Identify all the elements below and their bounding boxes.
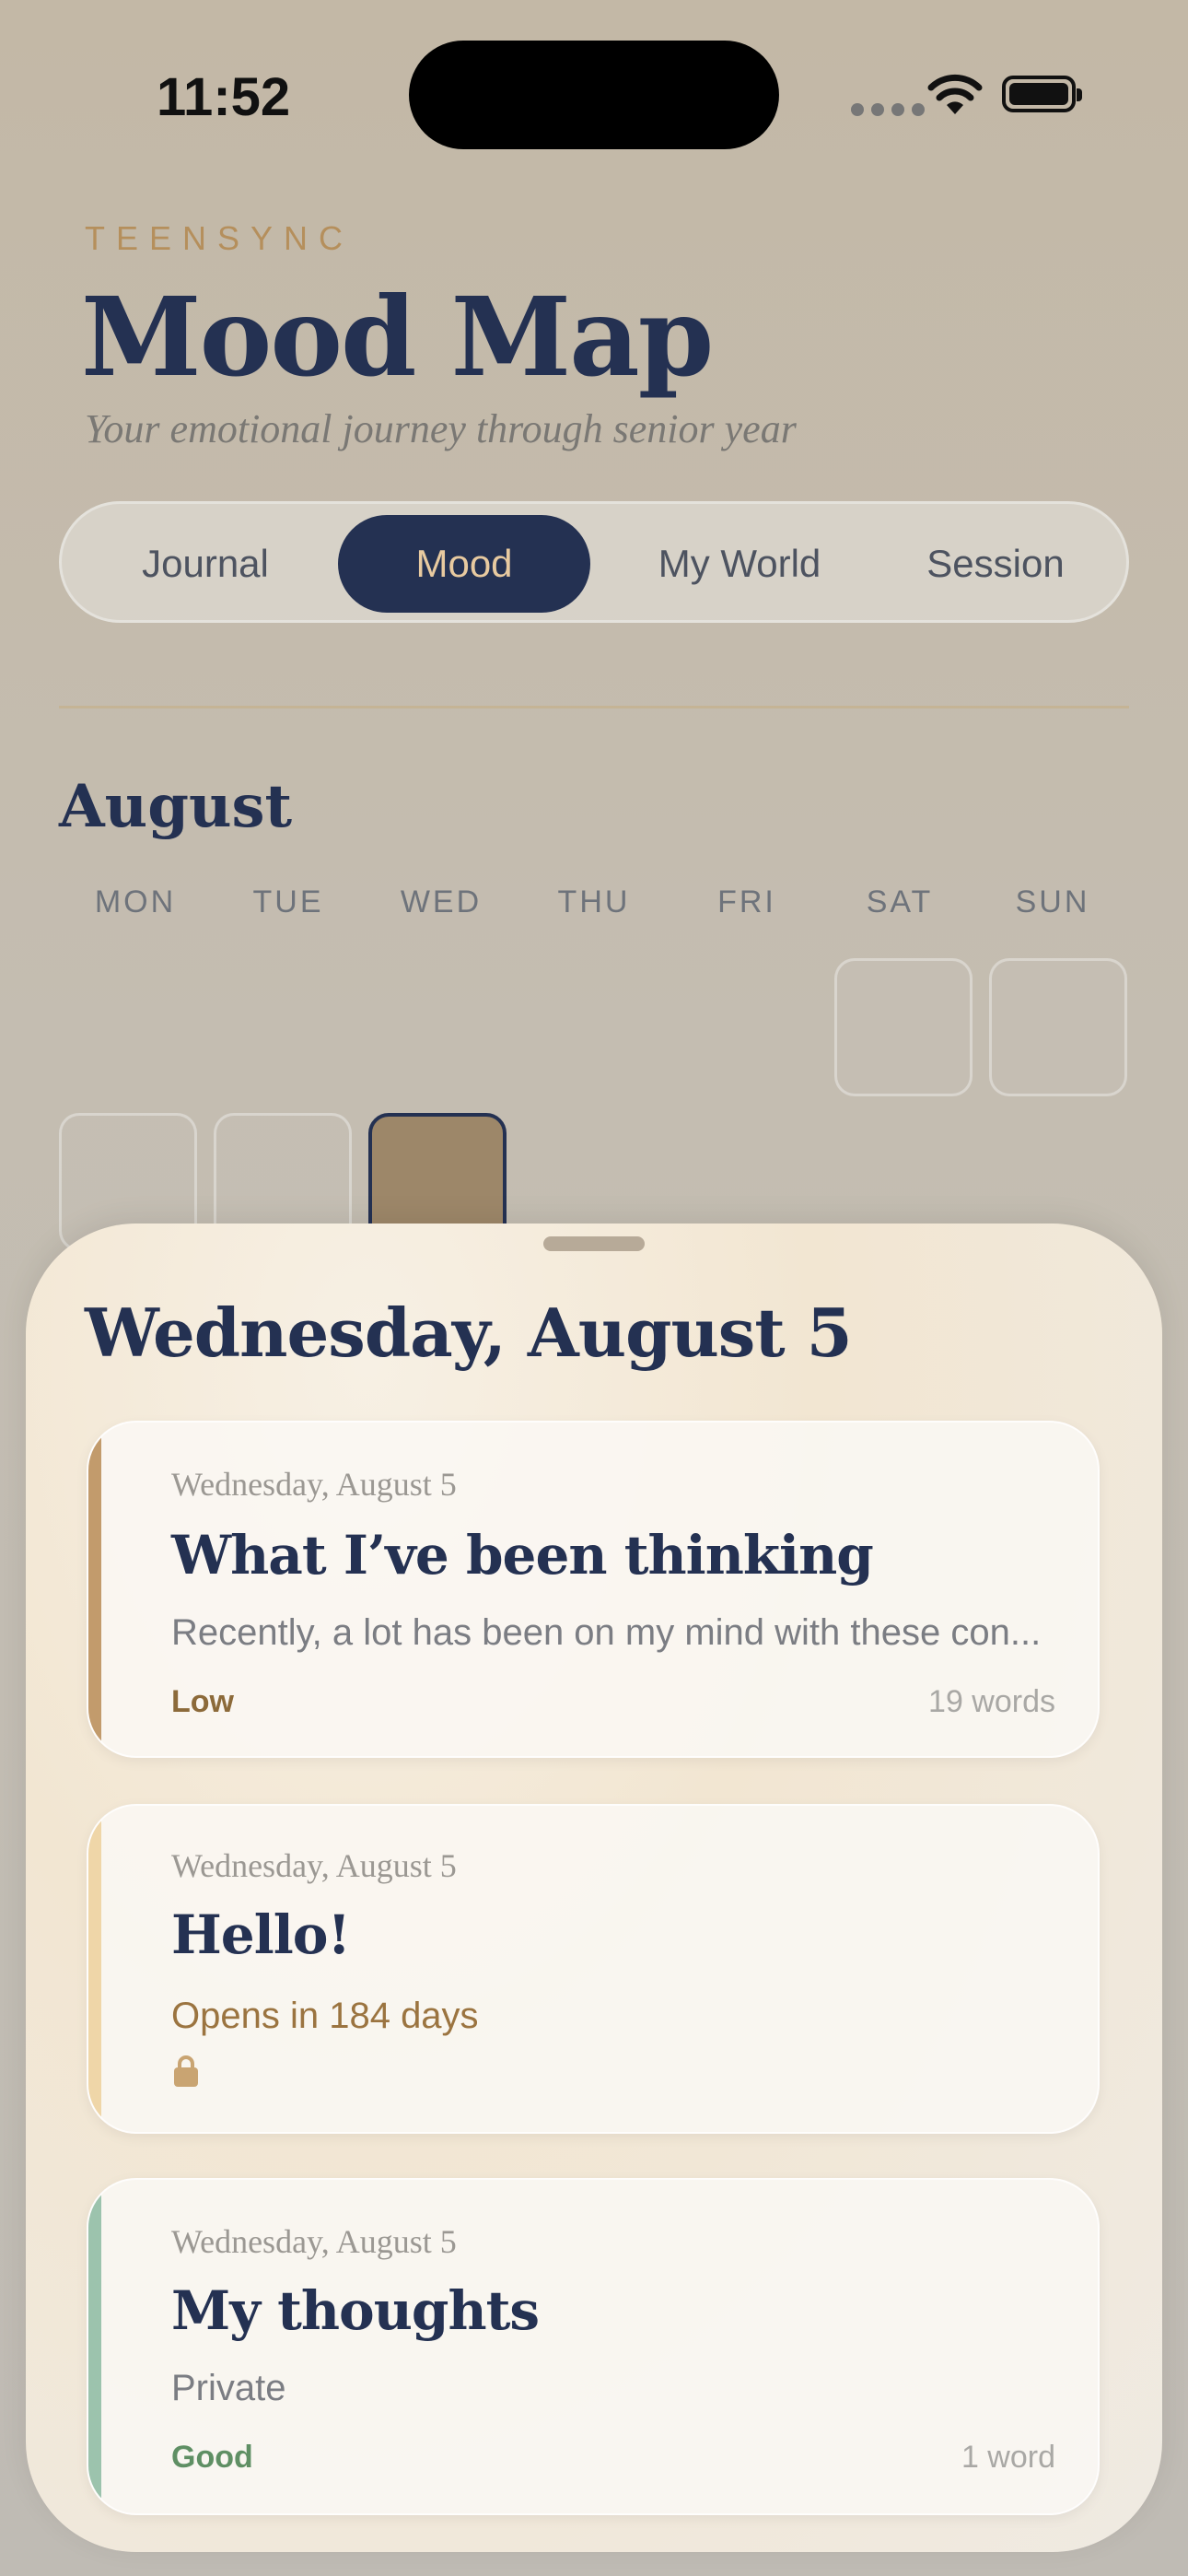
entry-title: My thoughts [171, 2279, 540, 2342]
page-subtitle: Your emotional journey through senior ye… [85, 406, 797, 451]
tab-session[interactable]: Session [889, 515, 1102, 613]
entry-date: Wednesday, August 5 [171, 2223, 457, 2260]
tab-journal[interactable]: Journal [95, 515, 316, 613]
mood-accent-bar [88, 1423, 101, 1756]
journal-entry-card[interactable]: Wednesday, August 5 What I’ve been think… [87, 1421, 1100, 1758]
cellular-signal-icon [851, 103, 925, 116]
segmented-tabs: Journal Mood My World Session [59, 501, 1129, 623]
calendar-day[interactable] [989, 958, 1127, 1096]
weekday-label: TUE [252, 884, 324, 919]
entry-privacy: Private [171, 2368, 286, 2408]
entry-date: Wednesday, August 5 [171, 1466, 457, 1503]
section-divider [59, 706, 1129, 708]
mood-accent-bar [88, 1806, 101, 2132]
weekday-label: SAT [866, 884, 934, 919]
sheet-title: Wednesday, August 5 [85, 1294, 853, 1372]
sheet-grabber[interactable] [543, 1236, 645, 1251]
battery-icon [1002, 76, 1082, 112]
dynamic-island [409, 41, 779, 149]
entry-title: What I’ve been thinking [171, 1524, 874, 1587]
tab-mood[interactable]: Mood [338, 515, 590, 613]
tab-my-world[interactable]: My World [612, 515, 867, 613]
entry-title: Hello! [171, 1903, 351, 1966]
entry-excerpt: Recently, a lot has been on my mind with… [171, 1612, 1042, 1653]
wifi-icon [927, 74, 983, 114]
day-detail-sheet: Wednesday, August 5 Wednesday, August 5 … [26, 1224, 1162, 2552]
lock-icon [174, 2055, 198, 2087]
app-brand: TEENSYNC [85, 219, 355, 257]
entry-mood: Low [171, 1684, 234, 1719]
weekday-label: SUN [1015, 884, 1090, 919]
calendar-month: August [59, 772, 293, 841]
entry-date: Wednesday, August 5 [171, 1847, 457, 1884]
entry-unlock-status: Opens in 184 days [171, 1996, 479, 2036]
status-time: 11:52 [157, 67, 291, 127]
weekday-label: MON [94, 884, 177, 919]
weekday-label: THU [557, 884, 631, 919]
page-title: Mood Map [81, 273, 714, 401]
mood-accent-bar [88, 2180, 101, 2513]
weekday-label: FRI [717, 884, 776, 919]
entry-word-count: 19 words [928, 1684, 1055, 1719]
calendar-day[interactable] [834, 958, 973, 1096]
time-capsule-card[interactable]: Wednesday, August 5 Hello! Opens in 184 … [87, 1804, 1100, 2134]
journal-entry-card[interactable]: Wednesday, August 5 My thoughts Private … [87, 2178, 1100, 2515]
entry-mood: Good [171, 2440, 253, 2475]
weekday-label: WED [400, 884, 483, 919]
entry-word-count: 1 word [961, 2440, 1055, 2475]
